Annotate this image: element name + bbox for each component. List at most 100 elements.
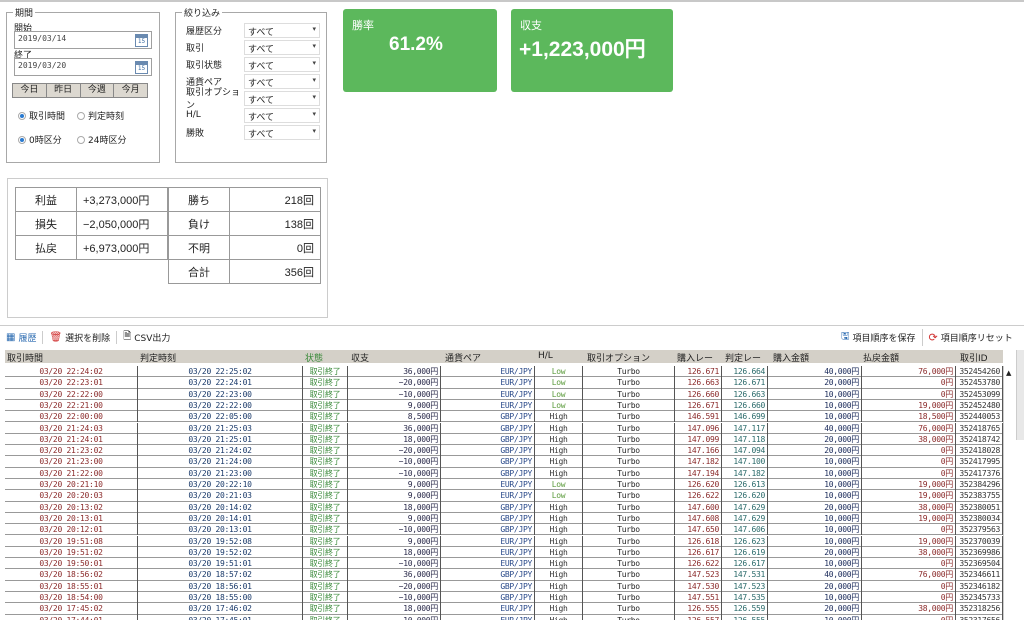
filter-label: 勝敗 bbox=[186, 128, 205, 139]
grid-icon: ▦ bbox=[6, 332, 16, 343]
cell-trade-id: 352453780 bbox=[956, 377, 1003, 389]
cell-purchase-amount: 10,000円 bbox=[768, 558, 862, 570]
table-row[interactable]: 03/20 17:45:02 03/20 17:46:02 取引終了 18,000円 E… bbox=[5, 603, 1003, 615]
cell-payout-amount: 38,000円 bbox=[862, 501, 956, 513]
cell-high-low: High bbox=[535, 535, 583, 547]
column-header-payout-amount[interactable]: 払戻金額 bbox=[863, 351, 899, 364]
table-row[interactable]: 03/20 17:44:0103/20 17:45:01取引終了−10,000円… bbox=[5, 614, 1003, 620]
table-row[interactable]: 03/20 21:24:01 03/20 21:25:01 取引終了 18,000円 G… bbox=[5, 433, 1003, 446]
start-date-input[interactable]: 2019/03/14 15 bbox=[14, 31, 152, 49]
radio-judge-time[interactable]: 判定時刻 bbox=[77, 109, 124, 122]
vertical-scrollbar[interactable]: ▲ bbox=[1003, 366, 1016, 620]
filter-select[interactable]: すべて bbox=[244, 39, 320, 55]
radio-0h-split[interactable]: 0時区分 bbox=[18, 133, 62, 146]
cell-payout-amount: 38,000円 bbox=[862, 603, 956, 615]
cell-pnl: −20,000円 bbox=[348, 377, 441, 389]
cell-judge-time: 03/20 20:22:10 bbox=[138, 479, 303, 491]
this-week-button[interactable]: 今週 bbox=[80, 84, 115, 97]
table-row[interactable]: 03/20 22:00:00 03/20 22:05:00 取引終了 8,500円 GB… bbox=[5, 411, 1003, 423]
filter-select[interactable]: すべて bbox=[244, 73, 320, 89]
radio-trade-time[interactable]: 取引時間 bbox=[18, 109, 65, 122]
table-row[interactable]: 03/20 19:51:08 03/20 19:52:08 取引終了 9,000円 EU… bbox=[5, 535, 1003, 547]
reset-order-button[interactable]: ⟳ 項目順序リセット bbox=[923, 331, 1019, 344]
table-row[interactable]: 03/20 19:50:01 03/20 19:51:01 取引終了 −10,000円… bbox=[5, 558, 1003, 570]
yesterday-button[interactable]: 昨日 bbox=[46, 84, 81, 97]
table-row[interactable]: 03/20 18:56:02 03/20 18:57:02 取引終了 36,000円 G… bbox=[5, 569, 1003, 581]
filter-select[interactable]: すべて bbox=[244, 107, 320, 123]
table-row[interactable]: 03/20 20:12:01 03/20 20:13:01 取引終了 −10,000円… bbox=[5, 524, 1003, 536]
scroll-up-icon[interactable]: ▲ bbox=[1006, 369, 1011, 377]
cell-judge-rate: 147.535 bbox=[722, 592, 768, 604]
column-header-pnl[interactable]: 収支 bbox=[351, 351, 369, 364]
calendar-icon[interactable]: 15 bbox=[135, 34, 148, 47]
table-row[interactable]: 03/20 20:13:01 03/20 20:14:01 取引終了 9,000円 GB… bbox=[5, 512, 1003, 525]
this-month-button[interactable]: 今月 bbox=[114, 84, 147, 97]
cell-purchase-rate: 126.618 bbox=[675, 535, 722, 547]
table-row[interactable]: 03/20 21:23:00 03/20 21:24:00 取引終了 −10,000円… bbox=[5, 456, 1003, 468]
column-header-status[interactable]: 状態 bbox=[305, 351, 323, 364]
cell-trade-option: Turbo bbox=[583, 456, 675, 468]
column-header-trade-time[interactable]: 取引時間 bbox=[7, 351, 43, 364]
filter-select[interactable]: すべて bbox=[244, 124, 320, 140]
cell-high-low: High bbox=[535, 558, 583, 570]
column-header-trade-id[interactable]: 取引ID bbox=[960, 351, 988, 364]
cell-high-low: High bbox=[535, 603, 583, 615]
payout-value: +6,973,000円 bbox=[76, 235, 168, 260]
cell-purchase-rate: 126.622 bbox=[675, 490, 722, 502]
column-header-judge-rate[interactable]: 判定レー bbox=[725, 351, 761, 364]
end-date-input[interactable]: 2019/03/20 15 bbox=[14, 58, 152, 76]
balance-value: +1,223,000円 bbox=[519, 38, 646, 61]
table-row[interactable]: 03/20 20:21:10 03/20 20:22:10 取引終了 9,000円 EU… bbox=[5, 479, 1003, 491]
cell-purchase-amount: 20,000円 bbox=[768, 501, 862, 513]
table-row[interactable]: 03/20 20:20:03 03/20 20:21:03 取引終了 9,000円 EU… bbox=[5, 490, 1003, 502]
history-button[interactable]: ▦ 履歴 bbox=[0, 331, 44, 344]
table-row[interactable]: 03/20 19:51:02 03/20 19:52:02 取引終了 18,000円 E… bbox=[5, 546, 1003, 559]
csv-export-button[interactable]: 🗎 CSV出力 bbox=[117, 329, 176, 346]
table-row[interactable]: 03/20 22:23:01 03/20 22:24:01 取引終了 −20,000円… bbox=[5, 377, 1003, 389]
save-order-button[interactable]: 🖫 項目順序を保存 bbox=[835, 329, 923, 346]
delete-selected-button[interactable]: 🗑 選択を削除 bbox=[43, 331, 118, 344]
history-label: 履歴 bbox=[18, 334, 37, 344]
cell-judge-rate: 147.629 bbox=[722, 512, 768, 525]
filter-select[interactable]: すべて bbox=[244, 56, 320, 72]
unknown-label: 不明 bbox=[168, 235, 230, 260]
table-row[interactable]: 03/20 21:24:03 03/20 21:25:03 取引終了 36,000円 G… bbox=[5, 422, 1003, 434]
filter-row: 履歴区分 すべて bbox=[186, 22, 320, 38]
cell-trade-id: 352369504 bbox=[956, 558, 1003, 570]
column-header-currency-pair[interactable]: 通貨ペア bbox=[445, 351, 481, 364]
cell-currency-pair: GBP/JPY bbox=[441, 456, 535, 468]
cell-judge-time: 03/20 18:55:00 bbox=[138, 592, 303, 604]
cell-judge-time: 03/20 20:13:01 bbox=[138, 524, 303, 536]
cell-currency-pair: EUR/JPY bbox=[441, 388, 535, 400]
table-row[interactable]: 03/20 20:13:02 03/20 20:14:02 取引終了 18,000円 G… bbox=[5, 501, 1003, 513]
money-stats-table: 利益 +3,273,000円 損失 −2,050,000円 払戻 +6,973,000… bbox=[15, 187, 168, 260]
filter-select[interactable]: すべて bbox=[244, 90, 320, 106]
table-row[interactable]: 03/20 21:22:00 03/20 21:23:00 取引終了 −10,000円… bbox=[5, 467, 1003, 479]
calendar-icon[interactable]: 15 bbox=[135, 61, 148, 74]
cell-judge-time: 03/20 20:21:03 bbox=[138, 490, 303, 502]
radio-24h-split[interactable]: 24時区分 bbox=[77, 133, 126, 146]
cell-trade-id: 352346182 bbox=[956, 580, 1003, 592]
column-header-purchase-amount[interactable]: 購入金額 bbox=[773, 351, 809, 364]
cell-trade-option: Turbo bbox=[583, 467, 675, 479]
table-row[interactable]: 03/20 18:55:01 03/20 18:56:01 取引終了 −20,000円… bbox=[5, 580, 1003, 592]
cell-purchase-rate: 147.608 bbox=[675, 512, 722, 525]
table-row[interactable]: 03/20 22:21:00 03/20 22:22:00 取引終了 9,000円 EU… bbox=[5, 399, 1003, 412]
cell-currency-pair: EUR/JPY bbox=[441, 490, 535, 502]
cell-trade-option: Turbo bbox=[583, 580, 675, 592]
table-row[interactable]: 03/20 18:54:00 03/20 18:55:00 取引終了 −10,000円… bbox=[5, 592, 1003, 604]
filter-select[interactable]: すべて bbox=[244, 22, 320, 38]
cell-payout-amount: 0円 bbox=[862, 467, 956, 479]
loss-value: −2,050,000円 bbox=[76, 211, 168, 236]
cell-purchase-rate: 126.622 bbox=[675, 558, 722, 570]
column-header-judge-time[interactable]: 判定時刻 bbox=[140, 351, 176, 364]
column-header-purchase-rate[interactable]: 購入レー bbox=[677, 351, 713, 364]
table-row[interactable]: 03/20 22:22:00 03/20 22:23:00 取引終了 −10,000円… bbox=[5, 388, 1003, 400]
column-header-high-low[interactable]: H/L bbox=[538, 351, 553, 361]
today-button[interactable]: 今日 bbox=[13, 84, 47, 97]
column-header-trade-option[interactable]: 取引オプション bbox=[587, 351, 650, 364]
table-row[interactable]: 03/20 22:24:02 03/20 22:25:02 取引終了 36,000円 E… bbox=[5, 366, 1003, 378]
table-row[interactable]: 03/20 21:23:02 03/20 21:24:02 取引終了 −20,000円… bbox=[5, 445, 1003, 457]
total-value: 356回 bbox=[229, 259, 321, 284]
cell-judge-rate: 147.094 bbox=[722, 445, 768, 457]
